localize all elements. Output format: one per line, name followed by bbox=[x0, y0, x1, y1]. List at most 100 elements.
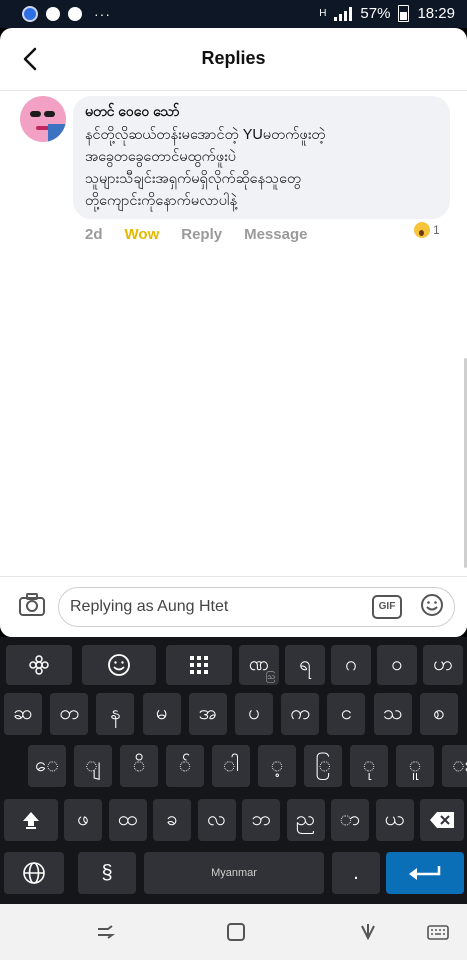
reaction-summary[interactable]: 1 bbox=[414, 222, 440, 238]
key-sublabel: ဩ bbox=[265, 672, 275, 681]
key-label: ါ bbox=[223, 754, 239, 776]
status-bar: ··· H 57% 18:29 bbox=[0, 0, 467, 28]
letter-key[interactable]: ပ bbox=[235, 693, 273, 735]
letter-key[interactable]: ဆ bbox=[4, 693, 42, 735]
space-key[interactable]: Myanmar bbox=[144, 852, 324, 894]
key-label: တ bbox=[59, 702, 79, 724]
letter-key[interactable]: ဟ bbox=[423, 645, 463, 685]
letter-key[interactable]: အ bbox=[188, 693, 227, 735]
key-label: ် bbox=[178, 754, 192, 776]
reply-composer: Replying as Aung Htet GIF bbox=[0, 576, 467, 637]
comment-line: အခွေတခွေတောင်မထွက်ဖူးပဲ bbox=[85, 149, 237, 165]
key-label: ေ bbox=[35, 754, 59, 776]
letter-key[interactable]: မ bbox=[142, 693, 181, 735]
key-label: ု bbox=[362, 754, 376, 776]
signal-icon bbox=[334, 6, 353, 21]
avatar-eye bbox=[44, 111, 55, 117]
key-label: ိ bbox=[132, 754, 146, 776]
message-button[interactable]: Message bbox=[244, 226, 307, 243]
key-label: ဟ bbox=[433, 653, 453, 675]
comment-line: တို့ကျောင်းကိုနောက်မလာပါနဲ့ bbox=[85, 193, 237, 209]
letter-key[interactable]: ့ bbox=[258, 745, 296, 787]
emoji-key[interactable] bbox=[82, 645, 156, 685]
key-label: က bbox=[290, 702, 310, 724]
letter-key[interactable]: သ bbox=[373, 693, 412, 735]
comment-actions: 2d Wow Reply Message bbox=[85, 226, 307, 243]
enter-key[interactable] bbox=[386, 852, 464, 894]
reply-button[interactable]: Reply bbox=[181, 226, 222, 243]
letter-key[interactable]: င bbox=[327, 693, 366, 735]
reply-input-placeholder: Replying as Aung Htet bbox=[70, 598, 229, 615]
comment-text: နင်တို့လိုဆယ်တန်းမအောင်တဲ့ YUမတက်ဖူးတဲ့ … bbox=[85, 124, 440, 212]
key-label: ထ bbox=[117, 808, 138, 830]
letter-key[interactable]: ဘ bbox=[242, 799, 280, 841]
key-label: သ bbox=[382, 702, 403, 724]
backspace-key[interactable] bbox=[420, 799, 464, 841]
back-icon[interactable] bbox=[356, 920, 380, 944]
space-key-label: Myanmar bbox=[211, 867, 257, 879]
letter-key[interactable]: ြ bbox=[304, 745, 342, 787]
flower-settings-key[interactable] bbox=[6, 645, 72, 685]
letter-key[interactable]: း bbox=[442, 745, 467, 787]
keyboard-switch-icon[interactable] bbox=[426, 920, 450, 944]
letter-key[interactable]: ဏဩ bbox=[239, 645, 279, 685]
letter-key[interactable]: ူ bbox=[396, 745, 434, 787]
comment-author[interactable]: မတင် ဝေဝေ သော် bbox=[85, 102, 179, 123]
replies-panel: Replies မတင် ဝေဝေ သော် နင်တို့လိုဆယ်တန်း… bbox=[0, 28, 467, 637]
comment-bubble[interactable]: မတင် ဝေဝေ သော် နင်တို့လိုဆယ်တန်းမအောင်တဲ… bbox=[73, 96, 450, 219]
key-label: စ bbox=[433, 702, 445, 724]
avatar[interactable] bbox=[20, 96, 66, 142]
wow-reaction-icon bbox=[414, 222, 430, 238]
letter-key[interactable]: ယ bbox=[375, 799, 414, 841]
key-label: ဆ bbox=[13, 702, 33, 724]
letter-key[interactable]: ် bbox=[166, 745, 204, 787]
letter-key[interactable]: တ bbox=[50, 693, 89, 735]
key-label: င bbox=[340, 702, 352, 724]
recent-apps-icon[interactable] bbox=[94, 920, 118, 944]
symbol-key[interactable]: § bbox=[78, 852, 136, 894]
shift-key[interactable] bbox=[4, 799, 58, 841]
letter-key[interactable]: လ bbox=[197, 799, 236, 841]
key-label: မ bbox=[155, 702, 168, 724]
reply-input[interactable]: Replying as Aung Htet GIF bbox=[58, 587, 455, 627]
navigation-bar bbox=[0, 904, 467, 960]
page-title: Replies bbox=[201, 48, 266, 68]
avatar-eye bbox=[30, 111, 41, 117]
letter-key[interactable]: ျ bbox=[74, 745, 112, 787]
key-label: း bbox=[452, 754, 467, 776]
comment-timestamp: 2d bbox=[85, 226, 103, 243]
letter-key[interactable]: န bbox=[96, 693, 135, 735]
emoji-icon[interactable] bbox=[420, 593, 444, 617]
letter-key[interactable]: ဂ bbox=[331, 645, 371, 685]
letter-key[interactable]: ါ bbox=[212, 745, 250, 787]
numpad-key[interactable] bbox=[166, 645, 232, 685]
key-label: ာ bbox=[339, 808, 361, 830]
period-key[interactable]: . bbox=[332, 852, 380, 894]
letter-key[interactable]: ခ bbox=[153, 799, 191, 841]
letter-key[interactable]: ေ bbox=[28, 745, 66, 787]
letter-key[interactable]: ဖ bbox=[64, 799, 102, 841]
letter-key[interactable]: က bbox=[281, 693, 320, 735]
reaction-button[interactable]: Wow bbox=[125, 226, 160, 243]
letter-key[interactable]: ရ bbox=[285, 645, 325, 685]
key-label: ဖ bbox=[77, 808, 89, 830]
more-notifications-icon: ··· bbox=[94, 6, 111, 22]
key-label: ည bbox=[295, 808, 316, 830]
gif-button[interactable]: GIF bbox=[372, 595, 402, 619]
comment-line: သူများသီချင်းအရှက်မရှိလိုက်ဆိုနေသူတွေ bbox=[85, 171, 302, 187]
key-label: ျ bbox=[85, 754, 101, 776]
letter-key[interactable]: ည bbox=[286, 799, 325, 841]
camera-icon[interactable] bbox=[18, 591, 46, 619]
language-globe-key[interactable] bbox=[4, 852, 64, 894]
header: Replies bbox=[0, 28, 467, 91]
key-label: ့ bbox=[270, 754, 284, 776]
letter-key[interactable]: ာ bbox=[331, 799, 369, 841]
comment-line: နင်တို့လိုဆယ်တန်းမအောင်တဲ့ YUမတက်ဖူးတဲ့ bbox=[85, 127, 326, 143]
home-icon[interactable] bbox=[224, 920, 248, 944]
letter-key[interactable]: ထ bbox=[108, 799, 147, 841]
letter-key[interactable]: ဝ bbox=[377, 645, 417, 685]
letter-key[interactable]: စ bbox=[419, 693, 458, 735]
letter-key[interactable]: ိ bbox=[120, 745, 158, 787]
letter-key[interactable]: ု bbox=[350, 745, 388, 787]
app-notification-icon bbox=[22, 6, 38, 22]
